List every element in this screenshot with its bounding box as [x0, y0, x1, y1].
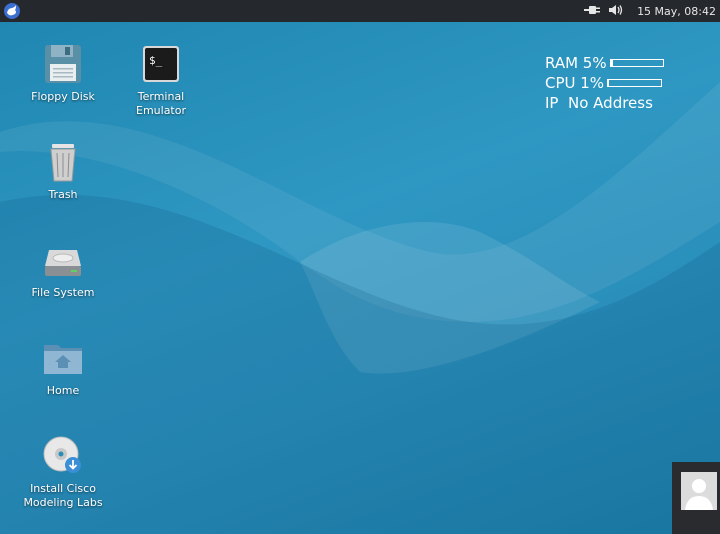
desktop-icon-label: Install Cisco Modeling Labs	[23, 482, 103, 509]
cpu-row: CPU 1%	[545, 73, 664, 93]
ip-row: IP No Address	[545, 93, 664, 113]
user-avatar-icon	[681, 472, 717, 510]
xfce-mouse-icon[interactable]	[3, 2, 21, 20]
user-tile[interactable]	[672, 462, 720, 534]
system-monitor: RAM 5% CPU 1% IP No Address	[545, 53, 664, 113]
desktop-icon-label: Terminal Emulator	[136, 90, 186, 117]
desktop-icon-label: Floppy Disk	[31, 90, 95, 103]
system-tray: 15 May, 08:42	[583, 0, 716, 22]
volume-icon[interactable]	[607, 3, 625, 20]
desktop-icon-label: File System	[31, 286, 95, 299]
ram-label: RAM 5%	[545, 54, 607, 72]
hard-drive-icon	[41, 238, 85, 282]
power-plug-icon[interactable]	[583, 3, 601, 20]
home-folder-icon	[41, 336, 85, 380]
desktop-icon-label: Trash	[48, 188, 78, 201]
desktop-icon-terminal-emulator[interactable]: $_ Terminal Emulator	[116, 42, 206, 118]
ram-usage-bar	[609, 59, 664, 67]
desktop-icon-file-system[interactable]: File System	[18, 238, 108, 300]
desktop-icon-floppy-disk[interactable]: Floppy Disk	[18, 42, 108, 104]
svg-text:$_: $_	[149, 54, 163, 67]
cpu-usage-bar	[607, 79, 663, 87]
desktop-icon-trash[interactable]: Trash	[18, 140, 108, 202]
trash-icon	[41, 140, 85, 184]
cpu-label: CPU 1%	[545, 74, 605, 92]
desktop-icon-label: Home	[46, 384, 80, 397]
desktop-icon-home[interactable]: Home	[18, 336, 108, 398]
floppy-disk-icon	[41, 42, 85, 86]
clock[interactable]: 15 May, 08:42	[637, 5, 716, 18]
top-panel: 15 May, 08:42	[0, 0, 720, 22]
ram-row: RAM 5%	[545, 53, 664, 73]
terminal-icon: $_	[139, 42, 183, 86]
cd-install-icon	[41, 434, 85, 478]
desktop-icon-install-cisco-modeling-labs[interactable]: Install Cisco Modeling Labs	[18, 434, 108, 510]
ip-label: IP No Address	[545, 94, 653, 112]
